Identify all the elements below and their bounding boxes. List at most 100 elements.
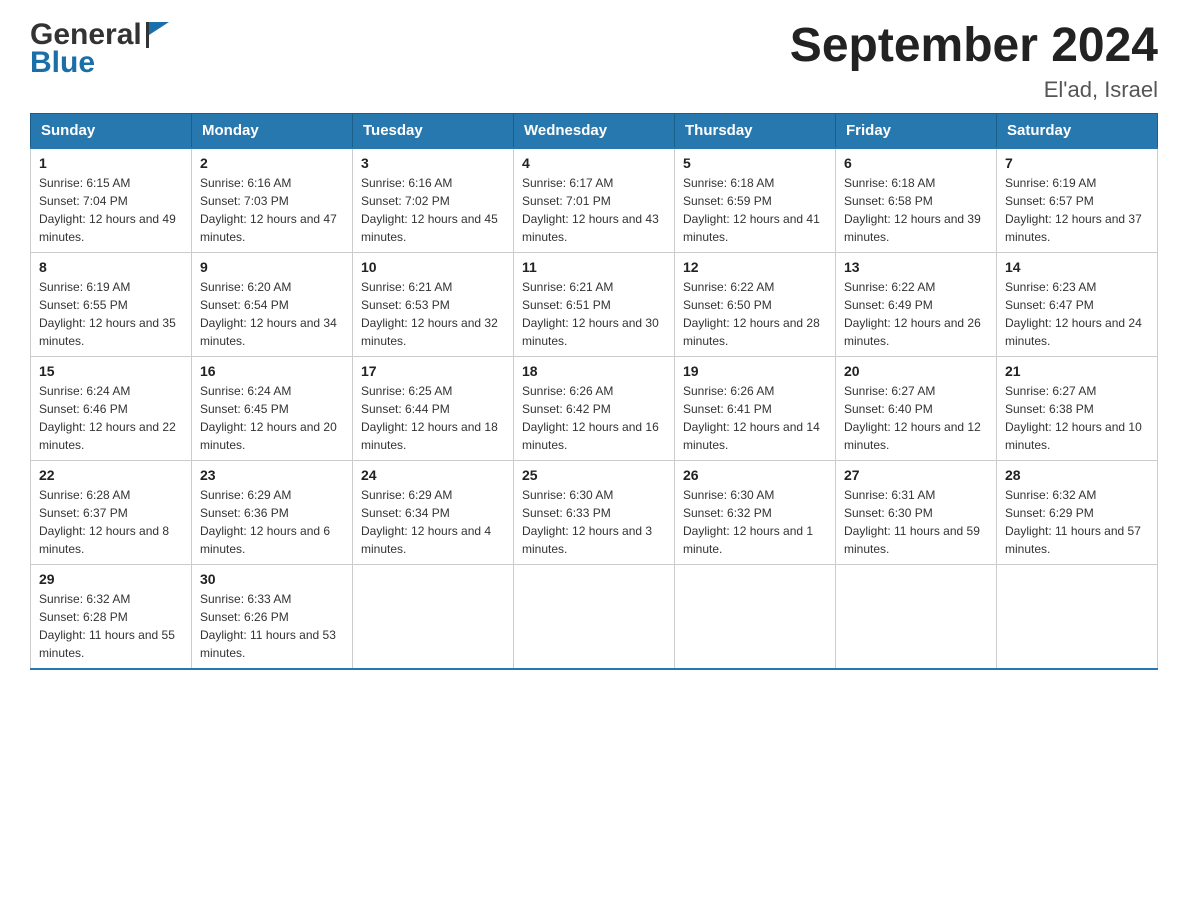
table-row: 24 Sunrise: 6:29 AMSunset: 6:34 PMDaylig… <box>353 460 514 564</box>
table-row: 10 Sunrise: 6:21 AMSunset: 6:53 PMDaylig… <box>353 252 514 356</box>
day-info: Sunrise: 6:28 AMSunset: 6:37 PMDaylight:… <box>39 486 183 558</box>
table-row: 3 Sunrise: 6:16 AMSunset: 7:02 PMDayligh… <box>353 148 514 253</box>
day-number: 24 <box>361 467 505 483</box>
table-row: 30 Sunrise: 6:33 AMSunset: 6:26 PMDaylig… <box>192 564 353 669</box>
day-number: 28 <box>1005 467 1149 483</box>
calendar-week-row: 29 Sunrise: 6:32 AMSunset: 6:28 PMDaylig… <box>31 564 1158 669</box>
day-info: Sunrise: 6:29 AMSunset: 6:34 PMDaylight:… <box>361 486 505 558</box>
day-info: Sunrise: 6:16 AMSunset: 7:03 PMDaylight:… <box>200 174 344 246</box>
table-row: 23 Sunrise: 6:29 AMSunset: 6:36 PMDaylig… <box>192 460 353 564</box>
table-row: 1 Sunrise: 6:15 AMSunset: 7:04 PMDayligh… <box>31 148 192 253</box>
day-number: 8 <box>39 259 183 275</box>
day-info: Sunrise: 6:15 AMSunset: 7:04 PMDaylight:… <box>39 174 183 246</box>
day-number: 30 <box>200 571 344 587</box>
col-monday: Monday <box>192 113 353 148</box>
table-row: 2 Sunrise: 6:16 AMSunset: 7:03 PMDayligh… <box>192 148 353 253</box>
day-number: 29 <box>39 571 183 587</box>
day-info: Sunrise: 6:19 AMSunset: 6:55 PMDaylight:… <box>39 278 183 350</box>
day-info: Sunrise: 6:17 AMSunset: 7:01 PMDaylight:… <box>522 174 666 246</box>
day-info: Sunrise: 6:33 AMSunset: 6:26 PMDaylight:… <box>200 590 344 662</box>
day-number: 26 <box>683 467 827 483</box>
day-number: 15 <box>39 363 183 379</box>
table-row: 25 Sunrise: 6:30 AMSunset: 6:33 PMDaylig… <box>514 460 675 564</box>
col-wednesday: Wednesday <box>514 113 675 148</box>
day-number: 16 <box>200 363 344 379</box>
table-row: 22 Sunrise: 6:28 AMSunset: 6:37 PMDaylig… <box>31 460 192 564</box>
logo-flag-icon <box>146 22 174 48</box>
calendar-week-row: 8 Sunrise: 6:19 AMSunset: 6:55 PMDayligh… <box>31 252 1158 356</box>
day-number: 13 <box>844 259 988 275</box>
day-info: Sunrise: 6:22 AMSunset: 6:50 PMDaylight:… <box>683 278 827 350</box>
calendar-week-row: 22 Sunrise: 6:28 AMSunset: 6:37 PMDaylig… <box>31 460 1158 564</box>
table-row: 20 Sunrise: 6:27 AMSunset: 6:40 PMDaylig… <box>836 356 997 460</box>
page-header: General Blue September 2024 El'ad, Israe… <box>30 20 1158 103</box>
day-number: 2 <box>200 155 344 171</box>
table-row: 4 Sunrise: 6:17 AMSunset: 7:01 PMDayligh… <box>514 148 675 253</box>
calendar-table: Sunday Monday Tuesday Wednesday Thursday… <box>30 113 1158 670</box>
day-number: 3 <box>361 155 505 171</box>
table-row: 21 Sunrise: 6:27 AMSunset: 6:38 PMDaylig… <box>997 356 1158 460</box>
day-number: 23 <box>200 467 344 483</box>
day-info: Sunrise: 6:23 AMSunset: 6:47 PMDaylight:… <box>1005 278 1149 350</box>
day-info: Sunrise: 6:27 AMSunset: 6:40 PMDaylight:… <box>844 382 988 454</box>
day-info: Sunrise: 6:26 AMSunset: 6:42 PMDaylight:… <box>522 382 666 454</box>
day-number: 14 <box>1005 259 1149 275</box>
day-number: 25 <box>522 467 666 483</box>
day-number: 18 <box>522 363 666 379</box>
table-row: 28 Sunrise: 6:32 AMSunset: 6:29 PMDaylig… <box>997 460 1158 564</box>
table-row: 7 Sunrise: 6:19 AMSunset: 6:57 PMDayligh… <box>997 148 1158 253</box>
table-row <box>997 564 1158 669</box>
day-info: Sunrise: 6:20 AMSunset: 6:54 PMDaylight:… <box>200 278 344 350</box>
table-row <box>836 564 997 669</box>
calendar-title: September 2024 <box>790 20 1158 73</box>
table-row: 5 Sunrise: 6:18 AMSunset: 6:59 PMDayligh… <box>675 148 836 253</box>
day-number: 9 <box>200 259 344 275</box>
day-number: 12 <box>683 259 827 275</box>
day-number: 20 <box>844 363 988 379</box>
logo: General Blue <box>30 20 174 80</box>
calendar-header-row: Sunday Monday Tuesday Wednesday Thursday… <box>31 113 1158 148</box>
table-row: 8 Sunrise: 6:19 AMSunset: 6:55 PMDayligh… <box>31 252 192 356</box>
day-info: Sunrise: 6:25 AMSunset: 6:44 PMDaylight:… <box>361 382 505 454</box>
day-info: Sunrise: 6:27 AMSunset: 6:38 PMDaylight:… <box>1005 382 1149 454</box>
day-number: 19 <box>683 363 827 379</box>
title-block: September 2024 El'ad, Israel <box>790 20 1158 103</box>
day-info: Sunrise: 6:30 AMSunset: 6:33 PMDaylight:… <box>522 486 666 558</box>
table-row: 16 Sunrise: 6:24 AMSunset: 6:45 PMDaylig… <box>192 356 353 460</box>
table-row: 9 Sunrise: 6:20 AMSunset: 6:54 PMDayligh… <box>192 252 353 356</box>
table-row: 12 Sunrise: 6:22 AMSunset: 6:50 PMDaylig… <box>675 252 836 356</box>
col-tuesday: Tuesday <box>353 113 514 148</box>
calendar-week-row: 1 Sunrise: 6:15 AMSunset: 7:04 PMDayligh… <box>31 148 1158 253</box>
table-row: 15 Sunrise: 6:24 AMSunset: 6:46 PMDaylig… <box>31 356 192 460</box>
table-row: 27 Sunrise: 6:31 AMSunset: 6:30 PMDaylig… <box>836 460 997 564</box>
day-info: Sunrise: 6:29 AMSunset: 6:36 PMDaylight:… <box>200 486 344 558</box>
calendar-location: El'ad, Israel <box>790 77 1158 103</box>
day-number: 5 <box>683 155 827 171</box>
day-number: 21 <box>1005 363 1149 379</box>
day-number: 17 <box>361 363 505 379</box>
day-number: 22 <box>39 467 183 483</box>
table-row: 29 Sunrise: 6:32 AMSunset: 6:28 PMDaylig… <box>31 564 192 669</box>
table-row: 17 Sunrise: 6:25 AMSunset: 6:44 PMDaylig… <box>353 356 514 460</box>
day-info: Sunrise: 6:32 AMSunset: 6:28 PMDaylight:… <box>39 590 183 662</box>
day-number: 7 <box>1005 155 1149 171</box>
day-info: Sunrise: 6:24 AMSunset: 6:45 PMDaylight:… <box>200 382 344 454</box>
day-number: 1 <box>39 155 183 171</box>
day-info: Sunrise: 6:18 AMSunset: 6:59 PMDaylight:… <box>683 174 827 246</box>
day-info: Sunrise: 6:16 AMSunset: 7:02 PMDaylight:… <box>361 174 505 246</box>
day-number: 11 <box>522 259 666 275</box>
day-info: Sunrise: 6:19 AMSunset: 6:57 PMDaylight:… <box>1005 174 1149 246</box>
day-info: Sunrise: 6:32 AMSunset: 6:29 PMDaylight:… <box>1005 486 1149 558</box>
table-row: 14 Sunrise: 6:23 AMSunset: 6:47 PMDaylig… <box>997 252 1158 356</box>
day-number: 27 <box>844 467 988 483</box>
day-info: Sunrise: 6:30 AMSunset: 6:32 PMDaylight:… <box>683 486 827 558</box>
day-info: Sunrise: 6:24 AMSunset: 6:46 PMDaylight:… <box>39 382 183 454</box>
day-info: Sunrise: 6:21 AMSunset: 6:51 PMDaylight:… <box>522 278 666 350</box>
day-info: Sunrise: 6:21 AMSunset: 6:53 PMDaylight:… <box>361 278 505 350</box>
col-thursday: Thursday <box>675 113 836 148</box>
day-info: Sunrise: 6:26 AMSunset: 6:41 PMDaylight:… <box>683 382 827 454</box>
table-row: 26 Sunrise: 6:30 AMSunset: 6:32 PMDaylig… <box>675 460 836 564</box>
calendar-week-row: 15 Sunrise: 6:24 AMSunset: 6:46 PMDaylig… <box>31 356 1158 460</box>
col-saturday: Saturday <box>997 113 1158 148</box>
day-info: Sunrise: 6:31 AMSunset: 6:30 PMDaylight:… <box>844 486 988 558</box>
